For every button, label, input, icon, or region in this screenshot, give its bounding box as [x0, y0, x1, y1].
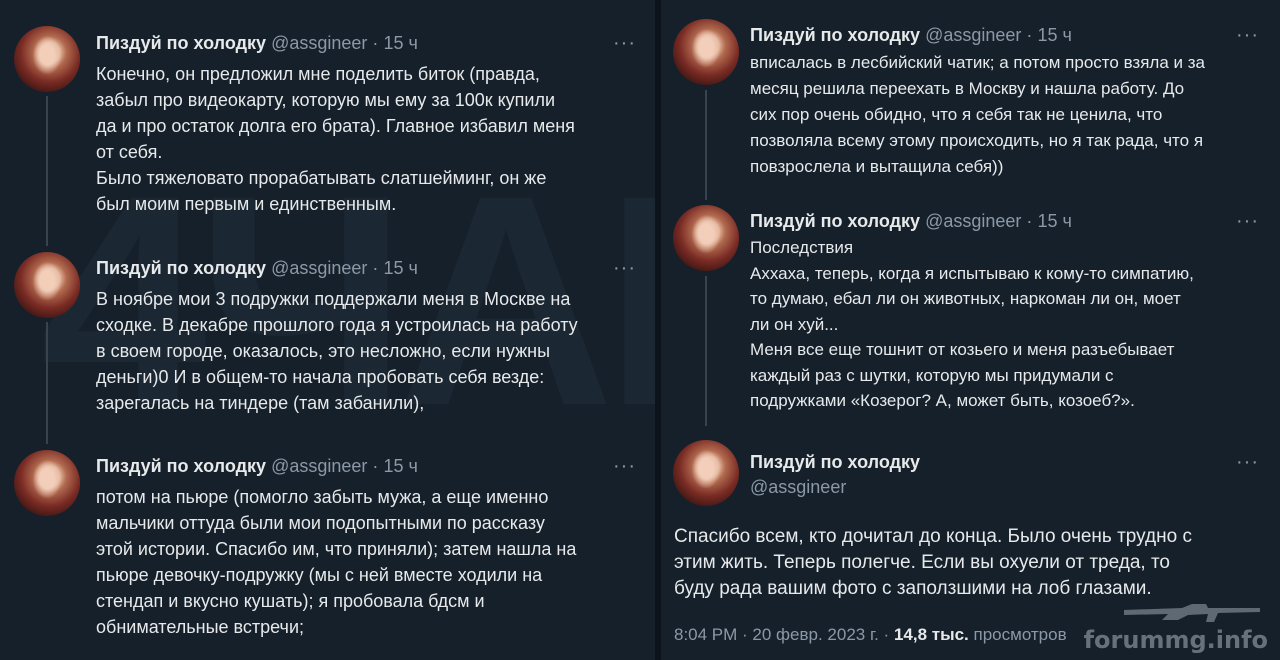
tweet-line: Последствия: [750, 238, 854, 257]
avatar[interactable]: [673, 440, 739, 506]
left-column: 4ЧАН Пиздуй по холодку @assgineer · 15 ч…: [0, 0, 655, 660]
user-name[interactable]: Пиздуй по холодку: [96, 33, 266, 53]
tweet-line: да и про остаток долга его брата). Главн…: [96, 116, 575, 136]
tweet-line: этой истории. Спасибо им, что приняли); …: [96, 539, 577, 559]
user-handle[interactable]: @assgineer: [925, 25, 1021, 45]
tweet-meta: 8:04 PM · 20 февр. 2023 г. · 14,8 тыс. п…: [674, 625, 1067, 645]
avatar[interactable]: [673, 205, 739, 271]
tweet-line: этим жить. Теперь полегче. Если вы охуел…: [674, 552, 1171, 573]
user-handle[interactable]: @assgineer: [925, 211, 1021, 231]
separator-dot: ·: [372, 33, 379, 53]
avatar[interactable]: [673, 19, 739, 85]
tweet-line: повзрослела и вытащила себя)): [750, 157, 1004, 176]
more-options-icon[interactable]: ···: [1236, 452, 1259, 472]
tweet-line: позволяла всему этому происходить, но я …: [750, 131, 1204, 150]
tweet-line: Было тяжеловато прорабатывать слатшеймин…: [96, 168, 547, 188]
more-options-icon[interactable]: ···: [1236, 25, 1259, 45]
more-options-icon[interactable]: ···: [613, 258, 636, 278]
tweet-header: Пиздуй по холодку @assgineer · 15 ч: [96, 32, 418, 54]
tweet-line: деньги)0 И в общем-то начала пробовать с…: [96, 367, 545, 387]
separator-dot: ·: [1026, 25, 1033, 45]
user-name[interactable]: Пиздуй по холодку: [750, 452, 920, 472]
tweet-time[interactable]: 15 ч: [1037, 25, 1071, 45]
rifle-watermark-icon: [1124, 604, 1260, 622]
tweet-subheader: @assgineer: [750, 476, 846, 498]
tweet-time[interactable]: 15 ч: [383, 33, 417, 53]
tweet-time[interactable]: 15 ч: [1037, 211, 1071, 231]
tweet-line: каждый раз с шутки, которую мы придумали…: [750, 365, 1114, 385]
tweet-line: подружками «Козерог? А, может быть, козо…: [750, 391, 1135, 410]
tweet-line: был моим первым и единственным.: [96, 194, 397, 214]
tweet-line: обнимательные встречи;: [96, 617, 304, 637]
thread-line: [46, 322, 48, 444]
avatar[interactable]: [14, 450, 80, 516]
tweet-line: Аххаха, теперь, когда я испытываю к кому…: [750, 263, 1194, 283]
tweet-line: Спасибо всем, кто дочитал до конца. Было…: [674, 526, 1192, 547]
tweet-line: от себя.: [96, 142, 163, 162]
tweet-line: мальчики оттуда были мои подопытными по …: [96, 513, 545, 533]
tweet-body: вписалась в лесбийский чатик; а потом пр…: [750, 50, 1205, 180]
tweet-time[interactable]: 15 ч: [383, 456, 417, 476]
separator-dot: ·: [372, 456, 379, 476]
user-name[interactable]: Пиздуй по холодку: [96, 258, 266, 278]
tweet-body: Последствия Аххаха, теперь, когда я испы…: [750, 235, 1194, 414]
tweet-line: месяц решила переехать в Москву и нашла …: [750, 79, 1185, 98]
tweet-line: буду рада вашим фото с заползшими на лоб…: [674, 578, 1152, 599]
tweet-line: Конечно, он предложил мне поделить биток…: [96, 64, 540, 84]
user-handle[interactable]: @assgineer: [271, 258, 367, 278]
tweet-line: Меня все еще тошнит от козьего и меня ра…: [750, 340, 1175, 359]
right-column: Пиздуй по холодку @assgineer · 15 ч ··· …: [661, 0, 1280, 660]
tweet-header: Пиздуй по холодку: [750, 451, 920, 473]
more-options-icon[interactable]: ···: [613, 456, 636, 476]
tweet-header: Пиздуй по холодку @assgineer · 15 ч: [750, 24, 1072, 46]
tweet-line: стендап и вкусно кушать); я пробовала бд…: [96, 591, 485, 611]
tweet-line: ли он хуй...: [750, 314, 839, 334]
user-handle[interactable]: @assgineer: [750, 477, 846, 497]
user-handle[interactable]: @assgineer: [271, 33, 367, 53]
user-handle[interactable]: @assgineer: [271, 456, 367, 476]
avatar[interactable]: [14, 252, 80, 318]
tweet-header: Пиздуй по холодку @assgineer · 15 ч: [96, 455, 418, 477]
tweet-body: Конечно, он предложил мне поделить биток…: [96, 61, 575, 217]
tweet-time[interactable]: 15 ч: [383, 258, 417, 278]
tweet-header: Пиздуй по холодку @assgineer · 15 ч: [96, 257, 418, 279]
more-options-icon[interactable]: ···: [1236, 211, 1259, 231]
tweet-line: забыл про видеокарту, которую мы ему за …: [96, 90, 556, 110]
thread-line: [705, 276, 707, 426]
tweet-line: то думаю, ебал ли он животных, наркоман …: [750, 289, 1181, 308]
views-count: 14,8 тыс.: [893, 625, 969, 644]
tweet-line: сих пор очень обидно, что я себя так не …: [750, 105, 1163, 124]
tweet-line: зарегалась на тиндере (там забанили),: [96, 393, 425, 413]
user-name[interactable]: Пиздуй по холодку: [750, 211, 920, 231]
tweet-body: Спасибо всем, кто дочитал до конца. Было…: [674, 524, 1192, 602]
user-name[interactable]: Пиздуй по холодку: [96, 456, 266, 476]
tweet-line: потом на пьюре (помогло забыть мужа, а е…: [96, 487, 549, 507]
tweet-line: вписалась в лесбийский чатик; а потом пр…: [750, 53, 1205, 72]
user-name[interactable]: Пиздуй по холодку: [750, 25, 920, 45]
separator-dot: ·: [1026, 211, 1033, 231]
tweet-body: потом на пьюре (помогло забыть мужа, а е…: [96, 484, 576, 640]
tweet-line: В ноябре мои 3 подружки поддержали меня …: [96, 289, 571, 309]
forum-watermark: forummg.info: [1083, 626, 1268, 654]
tweet-body: В ноябре мои 3 подружки поддержали меня …: [96, 286, 578, 416]
tweet-header: Пиздуй по холодку @assgineer · 15 ч: [750, 210, 1072, 232]
tweet-line: сходке. В декабре прошлого года я устрои…: [96, 315, 578, 335]
separator-dot: ·: [372, 258, 379, 278]
more-options-icon[interactable]: ···: [613, 33, 636, 53]
views-label: просмотров: [973, 625, 1067, 644]
avatar[interactable]: [14, 26, 80, 92]
tweet-timestamp[interactable]: 8:04 PM · 20 февр. 2023 г. ·: [674, 625, 889, 644]
tweet-line: пьюре девочку-подружку (мы с ней вместе …: [96, 565, 543, 585]
thread-line: [46, 96, 48, 246]
thread-line: [705, 90, 707, 200]
tweet-line: в своем городе, оказалось, это несложно,…: [96, 341, 551, 361]
